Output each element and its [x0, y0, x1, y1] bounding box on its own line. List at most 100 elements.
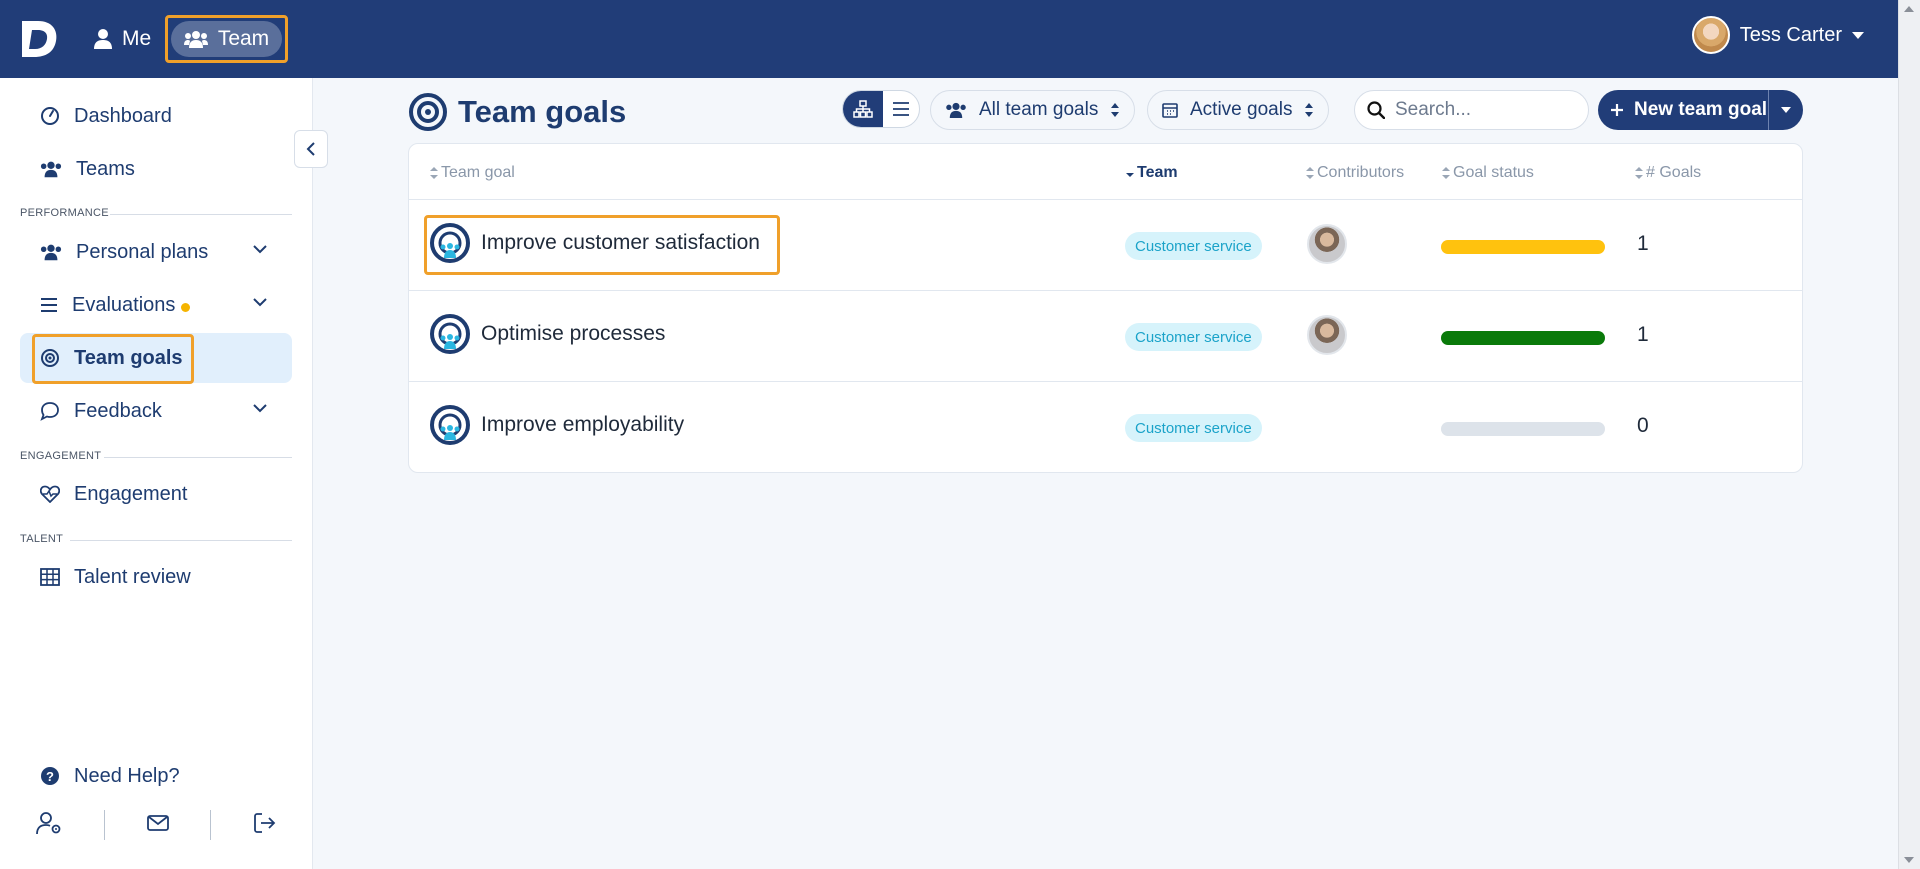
highlight-outline: [424, 215, 780, 275]
goals-count: 0: [1637, 414, 1649, 437]
chevron-left-icon: [306, 142, 315, 156]
sidebar-footer: [0, 808, 313, 844]
nav-me[interactable]: Me: [94, 24, 151, 54]
chevron-down-icon[interactable]: [252, 403, 268, 413]
top-navigation-bar: Me Team Tess Carter: [0, 0, 1898, 78]
search-box[interactable]: [1354, 90, 1589, 130]
users-icon: [40, 244, 62, 261]
help-label: Need Help?: [74, 764, 180, 787]
sidebar-item-talent-review[interactable]: Talent review: [20, 552, 292, 602]
goal-status-bar: [1441, 240, 1605, 254]
sidebar-item-feedback[interactable]: Feedback: [20, 386, 292, 436]
sort-arrows-icon: [1442, 167, 1450, 179]
scope-filter-select[interactable]: All team goals: [930, 90, 1136, 130]
new-team-goal-main[interactable]: New team goal: [1598, 90, 1769, 130]
new-team-goal-dropdown[interactable]: [1769, 106, 1803, 114]
list-icon: [41, 298, 57, 312]
page-title: Team goals: [408, 92, 626, 132]
search-input[interactable]: [1395, 99, 1565, 121]
column-header-label: Team: [1137, 164, 1178, 181]
sidebar-item-label: Teams: [76, 157, 135, 180]
team-badge: Customer service: [1125, 323, 1262, 351]
page-title-text: Team goals: [458, 94, 627, 129]
sidebar-item-label: Engagement: [74, 482, 188, 505]
goal-name-cell[interactable]: Optimise processes: [429, 313, 665, 355]
app-logo[interactable]: [18, 18, 60, 60]
heart-pulse-icon: [40, 485, 60, 503]
user-settings-icon[interactable]: [34, 808, 64, 838]
users-icon: [40, 161, 62, 178]
sidebar-item-engagement[interactable]: Engagement: [20, 469, 292, 519]
nav-team[interactable]: Team: [171, 21, 282, 57]
avatar: [1691, 16, 1730, 54]
help-link[interactable]: ? Need Help?: [20, 751, 292, 801]
sort-desc-icon: [1126, 173, 1134, 177]
scroll-down-icon[interactable]: [1904, 857, 1914, 863]
page-scrollbar[interactable]: [1898, 0, 1920, 869]
sort-arrows-icon: [1635, 167, 1643, 179]
divider: [104, 810, 105, 840]
column-header-team-goal[interactable]: Team goal: [429, 164, 515, 182]
sidebar-item-teams[interactable]: Teams: [20, 144, 292, 194]
logout-icon[interactable]: [250, 808, 280, 838]
sidebar-item-label: Evaluations: [72, 293, 176, 316]
user-menu[interactable]: Tess Carter: [1691, 16, 1864, 54]
sidebar-item-label: Dashboard: [74, 104, 172, 127]
status-filter-select[interactable]: Active goals: [1147, 90, 1330, 130]
goal-name[interactable]: Improve employability: [481, 413, 684, 437]
sort-arrows-icon: [1306, 167, 1314, 179]
users-icon: [946, 102, 966, 118]
section-label-performance: PERFORMANCE: [20, 207, 109, 219]
team-badge: Customer service: [1125, 232, 1262, 260]
mail-icon[interactable]: [143, 808, 173, 838]
sort-arrows-icon: [1111, 103, 1120, 117]
sidebar-item-evaluations[interactable]: Evaluations: [20, 280, 292, 330]
target-icon: [409, 93, 447, 131]
goal-name[interactable]: Optimise processes: [481, 322, 665, 346]
divider: [70, 540, 292, 541]
column-header-goal-status[interactable]: Goal status: [1441, 164, 1534, 182]
collapse-sidebar-button[interactable]: [294, 130, 328, 168]
table-row[interactable]: Optimise processes Customer service 1: [409, 290, 1802, 381]
section-label-engagement: ENGAGEMENT: [20, 450, 102, 462]
goals-count: 1: [1637, 323, 1649, 346]
nav-me-label: Me: [122, 27, 152, 50]
team-target-icon: [430, 314, 470, 354]
hierarchy-icon: [853, 100, 873, 118]
team-goals-table: Team goal Team Contributors Goal status …: [408, 143, 1803, 473]
section-label-talent: TALENT: [20, 533, 64, 545]
column-header-contributors[interactable]: Contributors: [1305, 164, 1404, 182]
list-icon: [893, 102, 909, 116]
sort-arrows-icon: [1305, 103, 1314, 117]
column-header-team[interactable]: Team: [1125, 164, 1178, 182]
contributor-avatar[interactable]: [1307, 315, 1347, 355]
column-header-goals-count[interactable]: # Goals: [1634, 164, 1701, 182]
divider: [210, 810, 211, 840]
nav-team-label: Team: [217, 27, 270, 50]
chevron-down-icon[interactable]: [252, 244, 268, 254]
new-team-goal-button[interactable]: New team goal: [1598, 90, 1803, 130]
sidebar: Dashboard Teams PERFORMANCE Personal pla…: [0, 78, 313, 869]
table-row[interactable]: Improve customer satisfaction Customer s…: [409, 199, 1802, 290]
sidebar-item-personal-plans[interactable]: Personal plans: [20, 227, 292, 277]
tree-view-button[interactable]: [843, 91, 883, 127]
list-view-button[interactable]: [883, 91, 919, 127]
contributor-avatar[interactable]: [1307, 224, 1347, 264]
table-row[interactable]: Improve employability Customer service 0: [409, 381, 1802, 472]
column-header-label: Goal status: [1453, 164, 1534, 181]
scope-filter-value: All team goals: [979, 99, 1099, 120]
goal-name-cell[interactable]: Improve employability: [429, 404, 684, 446]
notification-dot: [181, 302, 191, 312]
user-name: Tess Carter: [1739, 23, 1842, 46]
grid-icon: [40, 568, 60, 586]
help-icon: ?: [41, 767, 59, 785]
scroll-up-icon[interactable]: [1904, 6, 1914, 12]
nav-team-highlight: Team: [165, 15, 288, 63]
goal-status-bar: [1441, 331, 1605, 345]
calendar-icon: [1162, 103, 1178, 118]
goals-count: 1: [1637, 232, 1649, 255]
view-toggle[interactable]: [842, 90, 920, 128]
new-team-goal-label: New team goal: [1634, 99, 1768, 120]
chevron-down-icon[interactable]: [252, 297, 268, 307]
sidebar-item-dashboard[interactable]: Dashboard: [20, 91, 292, 141]
